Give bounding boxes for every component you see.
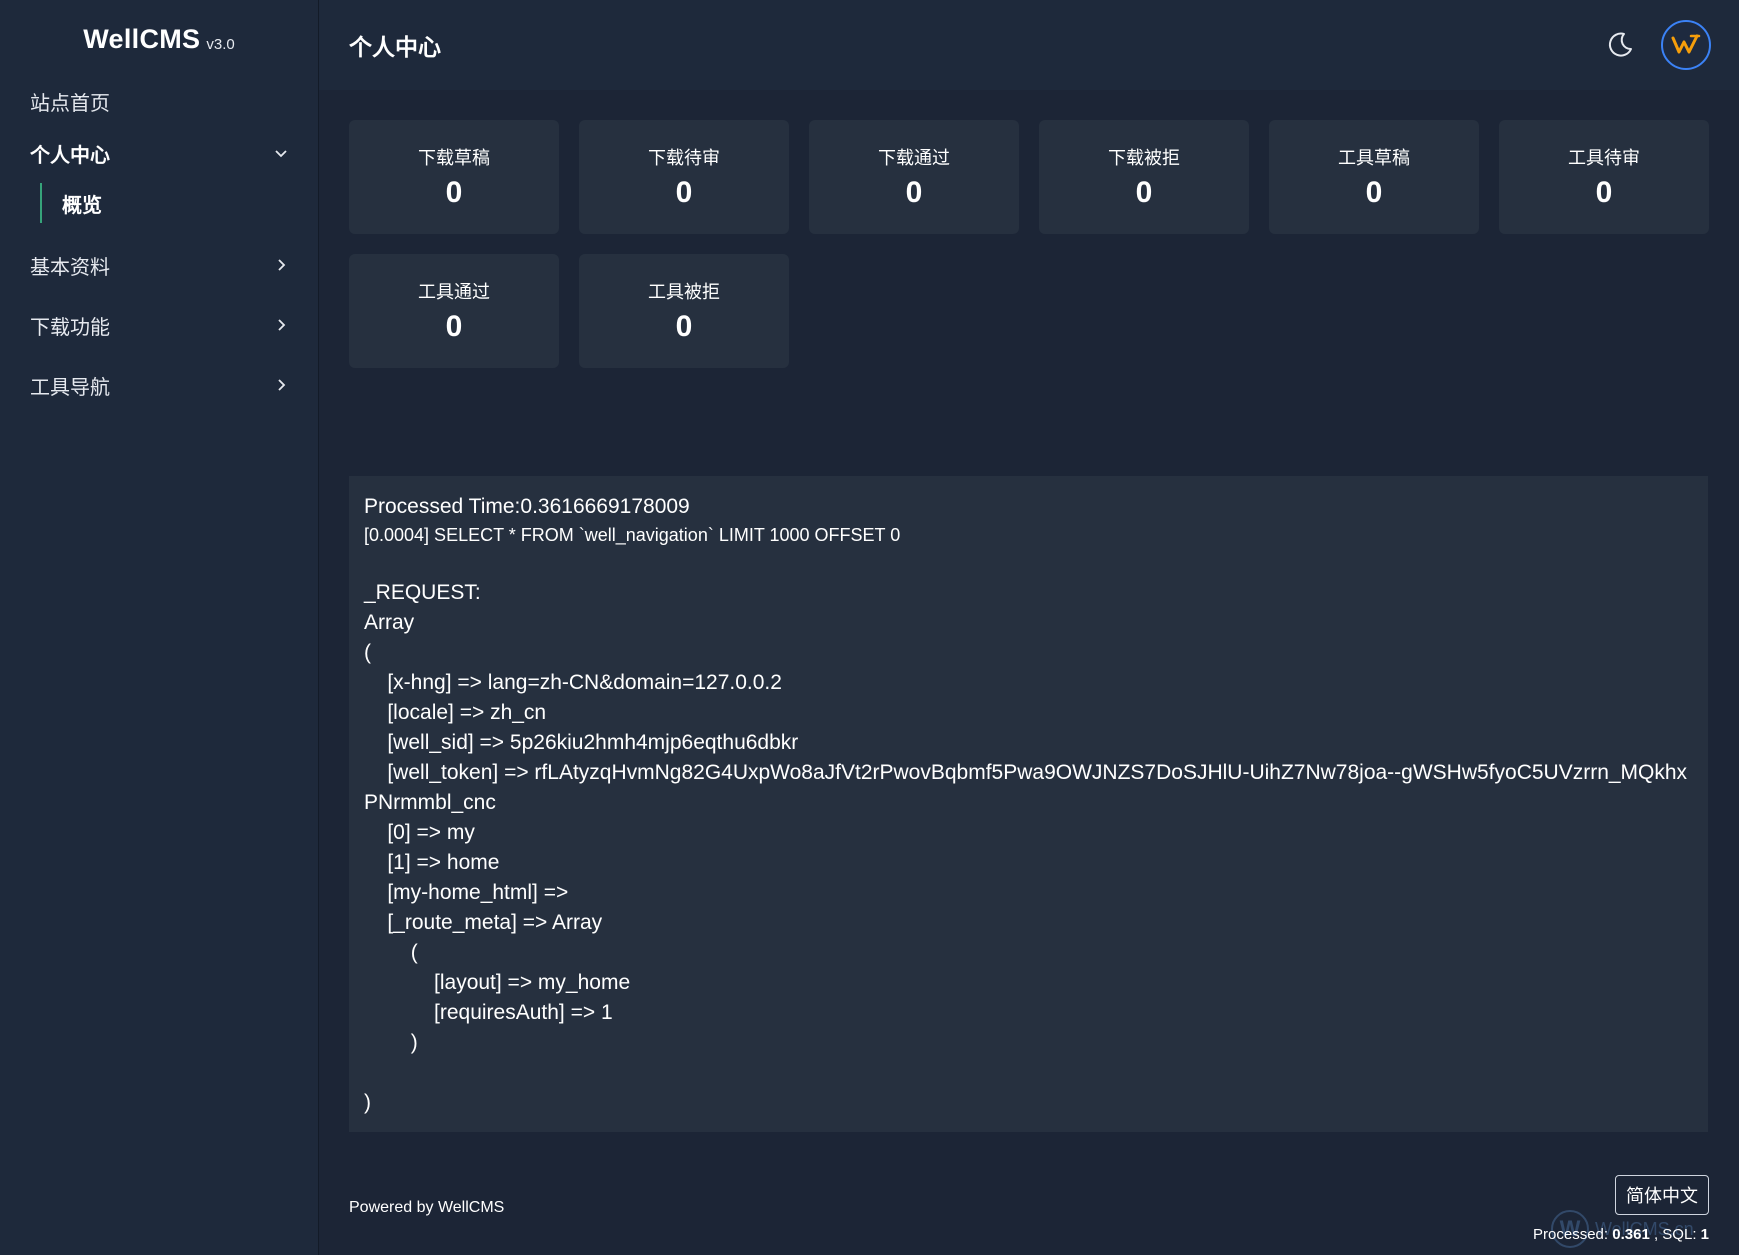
processed-stats: Processed: 0.361 , SQL: 1 xyxy=(1533,1226,1709,1243)
stat-label: 下载通过 xyxy=(878,148,950,168)
stat-value: 0 xyxy=(675,176,693,209)
stat-card-download-pending: 下载待审 0 xyxy=(579,120,789,234)
sidebar-item-label: 基本资料 xyxy=(30,256,110,279)
powered-by: Powered by WellCMS xyxy=(349,1199,505,1216)
sidebar-item-label: 个人中心 xyxy=(30,144,110,167)
page-title: 个人中心 xyxy=(349,34,441,60)
stat-card-download-approved: 下载通过 0 xyxy=(809,120,1019,234)
chevron-right-icon xyxy=(274,318,288,332)
main-area: 个人中心 下载草稿 0 下载待审 0 下载通过 0 下载被拒 0 工具草稿 0 … xyxy=(319,0,1739,1255)
sidebar-subitem-label: 概览 xyxy=(62,194,102,217)
sidebar-item-label: 工具导航 xyxy=(30,376,110,399)
sidebar-item-tool-nav[interactable]: 工具导航 xyxy=(0,355,318,415)
stat-card-tool-approved: 工具通过 0 xyxy=(349,254,559,368)
stat-card-tool-pending: 工具待审 0 xyxy=(1499,120,1709,234)
language-button[interactable]: 简体中文 xyxy=(1615,1175,1709,1215)
chevron-right-icon xyxy=(274,258,288,272)
brand-name: WellCMS xyxy=(83,23,201,54)
sql-value: 1 xyxy=(1700,1226,1709,1243)
stat-value: 0 xyxy=(445,310,463,343)
wellcms-logo-icon xyxy=(1671,34,1701,54)
stat-label: 下载被拒 xyxy=(1108,148,1180,168)
brand[interactable]: WellCMS v3.0 xyxy=(0,0,318,78)
stat-label: 工具通过 xyxy=(418,282,490,302)
processed-label: Processed: xyxy=(1533,1226,1613,1243)
content: 下载草稿 0 下载待审 0 下载通过 0 下载被拒 0 工具草稿 0 工具待审 … xyxy=(319,90,1739,1132)
sidebar-nav: 站点首页 个人中心 概览 基本资料 下载功能 工具导航 xyxy=(0,79,318,415)
stat-label: 下载草稿 xyxy=(418,148,490,168)
debug-panel: Processed Time:0.3616669178009 [0.0004] S… xyxy=(349,476,1708,1132)
app-root: WellCMS v3.0 站点首页 个人中心 概览 基本资料 下载功能 工具导航… xyxy=(0,0,1739,1255)
stat-value: 0 xyxy=(1135,176,1153,209)
stat-label: 工具待审 xyxy=(1568,148,1640,168)
sidebar-item-download[interactable]: 下载功能 xyxy=(0,295,318,355)
stat-value: 0 xyxy=(1595,176,1613,209)
stat-label: 下载待审 xyxy=(648,148,720,168)
sidebar-item-label: 下载功能 xyxy=(30,316,110,339)
stat-label: 工具被拒 xyxy=(648,282,720,302)
stats-grid: 下载草稿 0 下载待审 0 下载通过 0 下载被拒 0 工具草稿 0 工具待审 … xyxy=(349,120,1709,368)
chevron-down-icon xyxy=(274,146,288,160)
debug-processed-time: Processed Time:0.3616669178009 xyxy=(364,495,690,518)
stat-card-download-draft: 下载草稿 0 xyxy=(349,120,559,234)
top-actions xyxy=(1605,20,1711,70)
sidebar-item-label: 站点首页 xyxy=(30,92,110,115)
stat-value: 0 xyxy=(675,310,693,343)
stat-card-download-rejected: 下载被拒 0 xyxy=(1039,120,1249,234)
topbar: 个人中心 xyxy=(319,0,1739,90)
stat-value: 0 xyxy=(1365,176,1383,209)
moon-icon[interactable] xyxy=(1605,30,1635,60)
stat-card-tool-rejected: 工具被拒 0 xyxy=(579,254,789,368)
avatar[interactable] xyxy=(1661,20,1711,70)
sidebar-item-home[interactable]: 站点首页 xyxy=(0,79,318,123)
sidebar-subitem-overview[interactable]: 概览 xyxy=(40,183,318,223)
sidebar-item-profile-center[interactable]: 个人中心 xyxy=(0,123,318,183)
brand-version: v3.0 xyxy=(206,35,235,53)
processed-value: 0.361 xyxy=(1612,1226,1650,1243)
chevron-right-icon xyxy=(274,378,288,392)
stat-card-tool-draft: 工具草稿 0 xyxy=(1269,120,1479,234)
debug-sql-line: [0.0004] SELECT * FROM `well_navigation`… xyxy=(364,525,901,545)
stat-label: 工具草稿 xyxy=(1338,148,1410,168)
sidebar: WellCMS v3.0 站点首页 个人中心 概览 基本资料 下载功能 工具导航 xyxy=(0,0,319,1255)
sql-label: , SQL: xyxy=(1649,1226,1701,1243)
stat-value: 0 xyxy=(445,176,463,209)
debug-request-dump: _REQUEST: Array ( [x-hng] => lang=zh-CN&… xyxy=(364,581,1688,1114)
sidebar-item-basic-info[interactable]: 基本资料 xyxy=(0,235,318,295)
stat-value: 0 xyxy=(905,176,923,209)
